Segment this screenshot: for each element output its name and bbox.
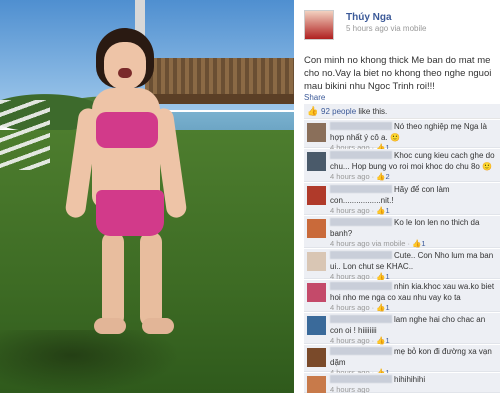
commenter-name-blurred[interactable] [330,282,392,290]
comment-timestamp[interactable]: 4 hours ago [330,206,370,215]
commenter-avatar[interactable] [307,252,326,271]
commenter-avatar[interactable] [307,348,326,367]
comment-like-count[interactable]: 1 [385,206,389,215]
comment-timestamp[interactable]: 4 hours ago [330,336,370,345]
child-foot-left [94,318,126,334]
photo-shadow [0,330,180,393]
commenter-avatar[interactable] [307,316,326,335]
post-photo[interactable] [0,0,294,393]
commenter-name-blurred[interactable] [330,251,392,259]
photo-bridge-deck [140,94,294,104]
comment-meta: 4 hours ago·👍1 [330,336,390,345]
meta-separator: · [371,303,375,312]
share-link[interactable]: Share [304,93,325,102]
comment-meta: 4 hours ago [330,385,370,393]
child-face [104,42,146,90]
post-timestamp[interactable]: 5 hours ago via mobile [346,24,427,33]
comment-item: Khoc cung kieu cach ghe do chu... Hop bu… [304,149,500,182]
child-bikini-bottom [96,190,164,236]
commenter-avatar[interactable] [307,376,326,393]
likes-summary: 92 people like this. [321,107,387,116]
post-sidebar: Thúy Nga 5 hours ago via mobile Con minh… [294,0,500,393]
author-name[interactable]: Thúy Nga [346,12,392,23]
meta-separator: · [371,172,375,181]
photo-chairs [0,100,50,170]
comment-timestamp[interactable]: 4 hours ago [330,172,370,181]
commenter-name-blurred[interactable] [330,315,392,323]
comment-like-count[interactable]: 1 [421,239,425,248]
child-leg-left [102,232,124,327]
comment-item: nhin kia.khoc xau wa.ko biet hoi nho me … [304,280,500,312]
comment-timestamp[interactable]: 4 hours ago via mobile [330,239,405,248]
comment-meta: 4 hours ago · 👍2 [330,172,390,181]
commenter-avatar[interactable] [307,283,326,302]
likes-bar: 👍 92 people like this. [304,104,500,119]
comment-timestamp[interactable]: 4 hours ago [330,385,370,393]
commenter-avatar[interactable] [307,123,326,142]
comment-meta: 4 hours ago·👍1 [330,206,390,215]
comment-item: Nó theo nghiệp mẹ Nga là hợp nhất ý cô a… [304,120,500,152]
child-leg-right [140,232,162,327]
child-crying-mouth [118,68,132,78]
comment-item: Ko le lon len no thich da banh? 4 hours a… [304,216,500,248]
child-foot-right [142,318,174,334]
commenter-name-blurred[interactable] [330,218,392,226]
comment-like-count[interactable]: 1 [385,336,389,345]
meta-separator: · [407,239,410,248]
meta-separator: · [371,206,375,215]
commenter-name-blurred[interactable] [330,375,392,383]
commenter-avatar[interactable] [307,186,326,205]
comment-item: Cute.. Con Nho lum ma ban ui.. Lon chut … [304,249,500,281]
commenter-avatar[interactable] [307,219,326,238]
comment-like-count[interactable]: 1 [385,303,389,312]
child-bikini-top [96,112,158,148]
commenter-name-blurred[interactable] [330,151,392,159]
commenter-name-blurred[interactable] [330,122,392,130]
comment-timestamp[interactable]: 4 hours ago [330,303,370,312]
comment-like-count[interactable]: 2 [385,172,389,181]
commenter-name-blurred[interactable] [330,347,392,355]
likes-count-link[interactable]: 92 people [321,107,356,116]
comment-item: hihihihihi 4 hours ago [304,373,500,393]
commenter-avatar[interactable] [307,152,326,171]
thumbs-up-icon: 👍 [307,106,319,116]
likes-suffix: like this. [356,107,388,116]
comment-meta: 4 hours ago·👍1 [330,303,390,312]
meta-separator: · [371,336,375,345]
thumbs-up-icon: 👍 [411,239,422,248]
post-caption: Con minh no khong thick Me ban do mat me… [304,55,492,92]
comment-item: mẹ bỏ kon đi đường xa vạn dặm4 hours ago… [304,345,500,377]
comment-item: lam nghe hai cho chac an con oi ! hiiiii… [304,313,500,345]
commenter-name-blurred[interactable] [330,185,392,193]
author-avatar[interactable] [304,10,334,40]
comment-meta: 4 hours ago via mobile · 👍1 [330,239,425,248]
comment-item: Hãy để con làm con.................nit.!… [304,183,500,215]
